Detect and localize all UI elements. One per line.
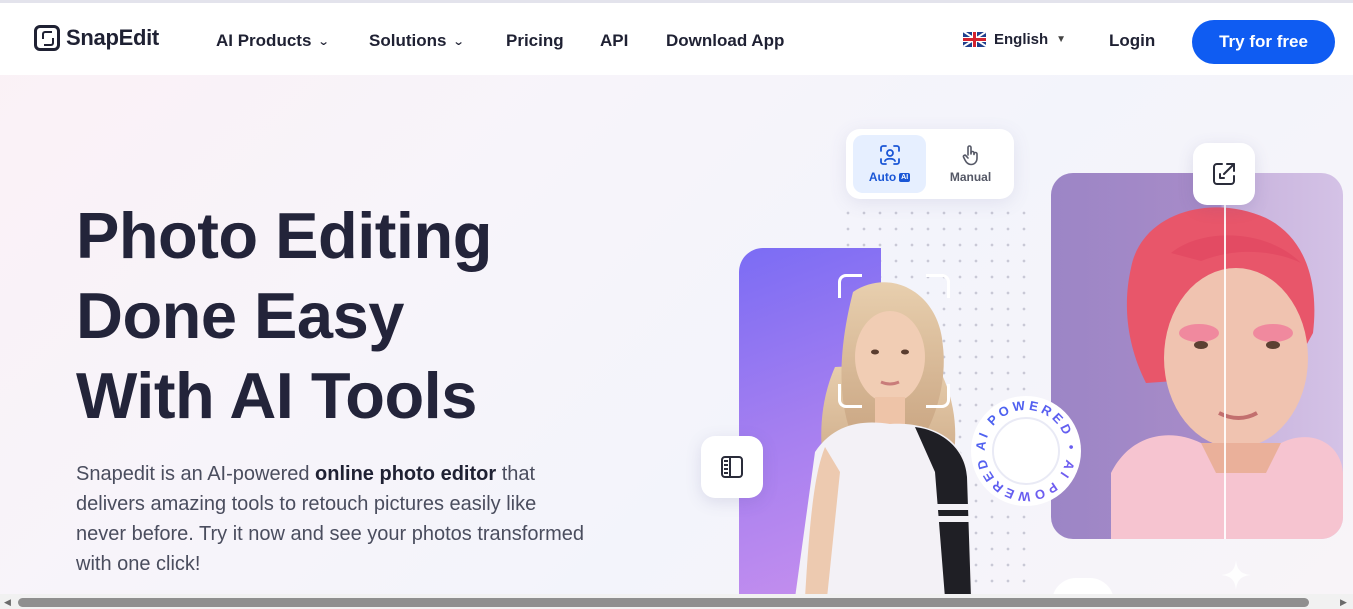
face-scan-icon [879, 145, 900, 165]
mode-auto-button[interactable]: Auto AI [853, 135, 926, 193]
ai-chip: AI [899, 172, 911, 182]
compare-button[interactable] [701, 436, 763, 498]
brand-logo[interactable]: SnapEdit [34, 25, 159, 51]
uk-flag-icon [963, 32, 986, 47]
language-label: English [994, 31, 1049, 48]
compare-split-icon [721, 456, 743, 478]
nav-api[interactable]: API [600, 31, 628, 51]
expand-button[interactable] [1193, 143, 1255, 205]
nav-pricing[interactable]: Pricing [506, 31, 564, 51]
ai-powered-badge: AI POWERED • AI POWERED • [968, 393, 1081, 506]
hand-pointer-icon [962, 145, 978, 166]
hero-desc-text: Snapedit is an AI-powered [76, 463, 316, 485]
brand-name: SnapEdit [66, 25, 159, 50]
hero-title-line: With AI Tools [76, 359, 477, 432]
nav-download-app[interactable]: Download App [666, 31, 784, 51]
auto-text: Auto [868, 170, 897, 184]
nav-ai-products[interactable]: AI Products ⌄ [216, 31, 331, 51]
right-photo-panel [1051, 173, 1343, 539]
sparkle-icon [1221, 560, 1251, 590]
nav-label: Solutions [369, 31, 447, 50]
pink-hair-portrait-illustration [1111, 207, 1343, 539]
before-after-divider[interactable] [1224, 173, 1226, 539]
hero-description: Snapedit is an AI-powered online photo e… [76, 459, 586, 579]
hero-title: Photo Editing Done Easy With AI Tools [76, 196, 492, 436]
nav-label: API [600, 31, 629, 50]
hero-desc-bold: online photo editor [315, 463, 497, 485]
expand-arrow-icon [1213, 163, 1235, 185]
mode-auto-label: Auto AI [868, 170, 911, 184]
try-for-free-button[interactable]: Try for free [1192, 20, 1335, 64]
scroll-right-arrow-icon[interactable]: ▶ [1340, 597, 1347, 607]
nav-solutions[interactable]: Solutions ⌄ [369, 31, 466, 51]
nav-label: Download App [666, 31, 785, 50]
caret-down-icon: ▼ [1056, 34, 1067, 45]
hero-title-line: Photo Editing [76, 199, 492, 272]
language-selector[interactable]: English ▼ [963, 31, 1066, 48]
face-detection-frame [838, 274, 950, 408]
login-link[interactable]: Login [1109, 31, 1155, 51]
scrollbar-thumb[interactable] [18, 598, 1309, 607]
snapedit-logo-icon [34, 25, 60, 51]
site-header: SnapEdit AI Products ⌄ Solutions ⌄ Prici… [0, 3, 1353, 75]
scroll-left-arrow-icon[interactable]: ◀ [4, 597, 11, 607]
hero-title-line: Done Easy [76, 279, 404, 352]
nav-label: Pricing [506, 31, 564, 50]
mode-manual-label: Manual [949, 170, 992, 184]
mode-switch: Auto AI Manual [846, 129, 1014, 199]
nav-label: AI Products [216, 31, 312, 50]
chevron-down-icon: ⌄ [318, 35, 331, 48]
mode-manual-button[interactable]: Manual [934, 135, 1007, 193]
chevron-down-icon: ⌄ [453, 35, 466, 48]
